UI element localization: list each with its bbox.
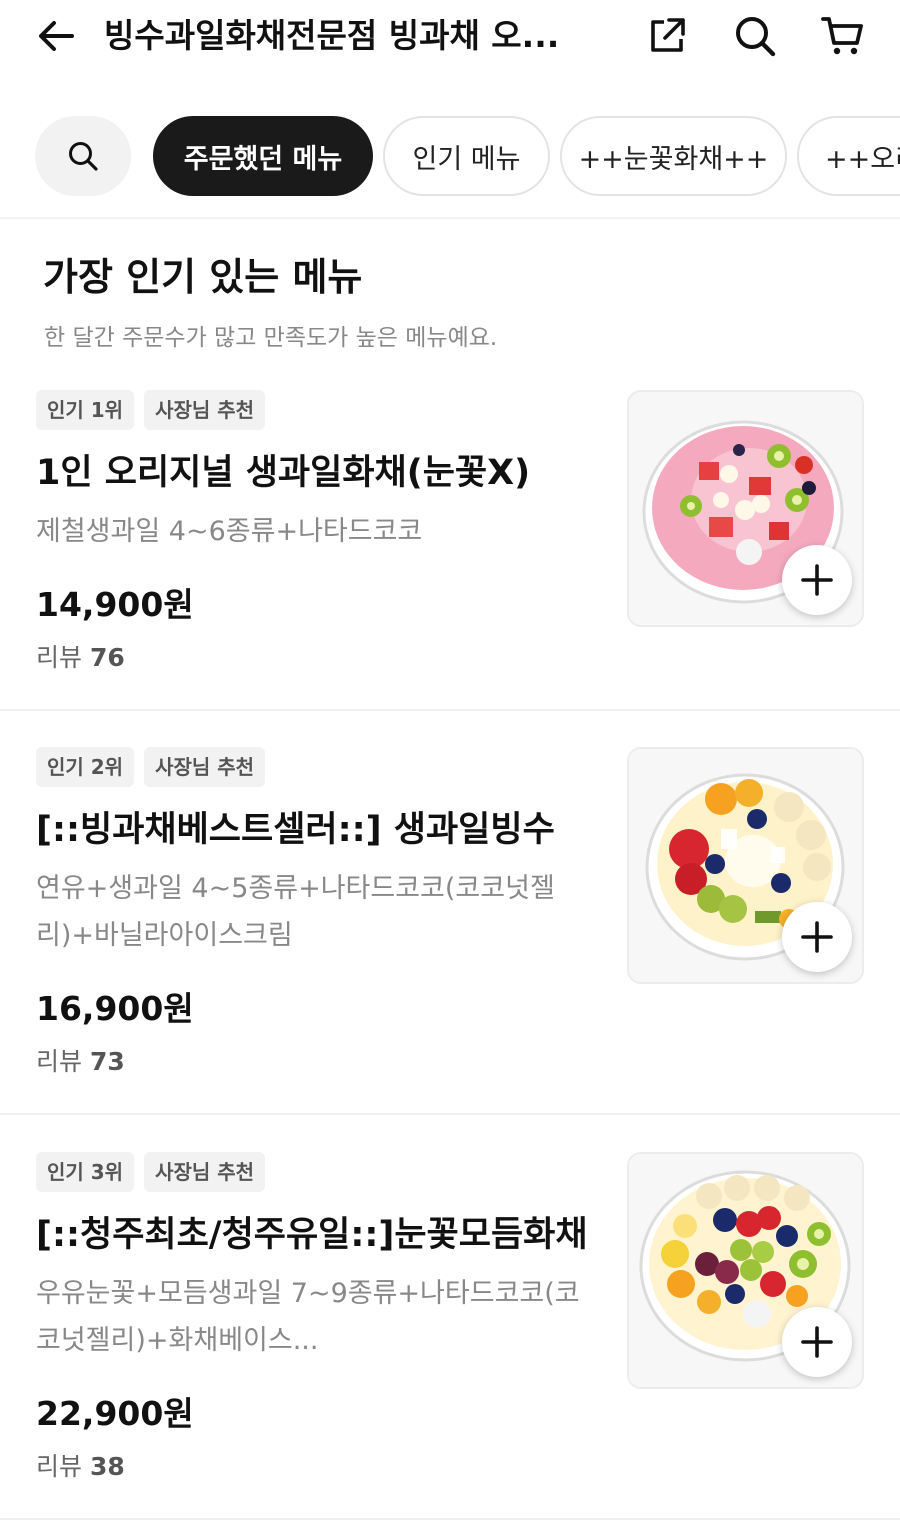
review-count: 76: [89, 643, 125, 672]
menu-item[interactable]: 인기 3위 사장님 추천 [::청주최초/청주유일::]눈꽃모듬화채 우유눈꽃+…: [0, 1152, 900, 1497]
rank-badge: 인기 1위: [36, 390, 135, 430]
add-to-cart-button[interactable]: [782, 1307, 852, 1377]
badge-row: 인기 3위 사장님 추천: [36, 1152, 266, 1192]
menu-name: [::빙과채베스트셀러::] 생과일빙수: [36, 810, 555, 850]
review-label: 리뷰: [36, 643, 83, 672]
rank-badge: 인기 2위: [36, 747, 135, 787]
arrow-left-icon: [39, 21, 74, 51]
top-bar: 빙수과일화채전문점 빙과채 오...: [0, 0, 900, 80]
review-label: 리뷰: [36, 1452, 83, 1481]
search-button[interactable]: [729, 10, 781, 62]
review-count: 73: [89, 1047, 125, 1076]
review-count: 38: [89, 1452, 125, 1481]
add-to-cart-button[interactable]: [782, 902, 852, 972]
menu-search-button[interactable]: [35, 116, 131, 196]
store-title: 빙수과일화채전문점 빙과채 오...: [104, 16, 560, 55]
back-button[interactable]: [28, 12, 84, 60]
divider: [0, 1518, 900, 1520]
plus-icon: [801, 564, 833, 596]
menu-price: 22,900원: [36, 1394, 194, 1433]
plus-icon: [801, 921, 833, 953]
cart-button[interactable]: [816, 10, 868, 62]
chip-popular-menu[interactable]: 인기 메뉴: [383, 116, 550, 196]
plus-icon: [801, 1326, 833, 1358]
menu-item[interactable]: 인기 1위 사장님 추천 1인 오리지널 생과일화채(눈꽃X) 제철생과일 4~…: [0, 390, 900, 690]
menu-description: 제철생과일 4~6종류+나타드코코: [36, 516, 423, 547]
badge-row: 인기 1위 사장님 추천: [36, 390, 266, 430]
menu-name: 1인 오리지널 생과일화채(눈꽃X): [36, 453, 531, 493]
owner-pick-badge: 사장님 추천: [144, 1152, 266, 1192]
section-title: 가장 인기 있는 메뉴: [43, 255, 363, 299]
category-chip-bar: 주문했던 메뉴 인기 메뉴 ++눈꽃화채++ ++오리: [0, 116, 900, 198]
search-icon: [736, 17, 776, 57]
chip-snowflake-hwachae[interactable]: ++눈꽃화채++: [560, 116, 787, 196]
menu-description: 연유+생과일 4~5종류+나타드코코(코코넛젤리)+바닐라아이스크림: [36, 873, 555, 951]
menu-item[interactable]: 인기 2위 사장님 추천 [::빙과채베스트셀러::] 생과일빙수 연유+생과일…: [0, 747, 900, 1092]
menu-description: 우유눈꽃+모듬생과일 7~9종류+나타드코코(코코넛젤리)+화채베이스...: [36, 1278, 580, 1356]
menu-price: 14,900원: [36, 585, 194, 624]
share-external-icon: [651, 18, 685, 52]
divider: [0, 1113, 900, 1115]
rank-badge: 인기 3위: [36, 1152, 135, 1192]
cart-icon: [821, 17, 863, 55]
review-info: 리뷰 76: [36, 638, 125, 674]
menu-name: [::청주최초/청주유일::]눈꽃모듬화채: [36, 1215, 588, 1255]
review-label: 리뷰: [36, 1047, 83, 1076]
divider: [0, 217, 900, 219]
add-to-cart-button[interactable]: [782, 545, 852, 615]
divider: [0, 709, 900, 711]
section-subtitle: 한 달간 주문수가 많고 만족도가 높은 메뉴예요.: [44, 325, 498, 351]
search-icon: [69, 142, 98, 171]
review-info: 리뷰 73: [36, 1042, 125, 1078]
chip-ordered-menu[interactable]: 주문했던 메뉴: [153, 116, 373, 196]
chip-original[interactable]: ++오리: [797, 116, 900, 196]
owner-pick-badge: 사장님 추천: [144, 390, 266, 430]
owner-pick-badge: 사장님 추천: [144, 747, 266, 787]
review-info: 리뷰 38: [36, 1447, 125, 1483]
menu-price: 16,900원: [36, 989, 194, 1028]
badge-row: 인기 2위 사장님 추천: [36, 747, 266, 787]
share-button[interactable]: [641, 10, 693, 62]
